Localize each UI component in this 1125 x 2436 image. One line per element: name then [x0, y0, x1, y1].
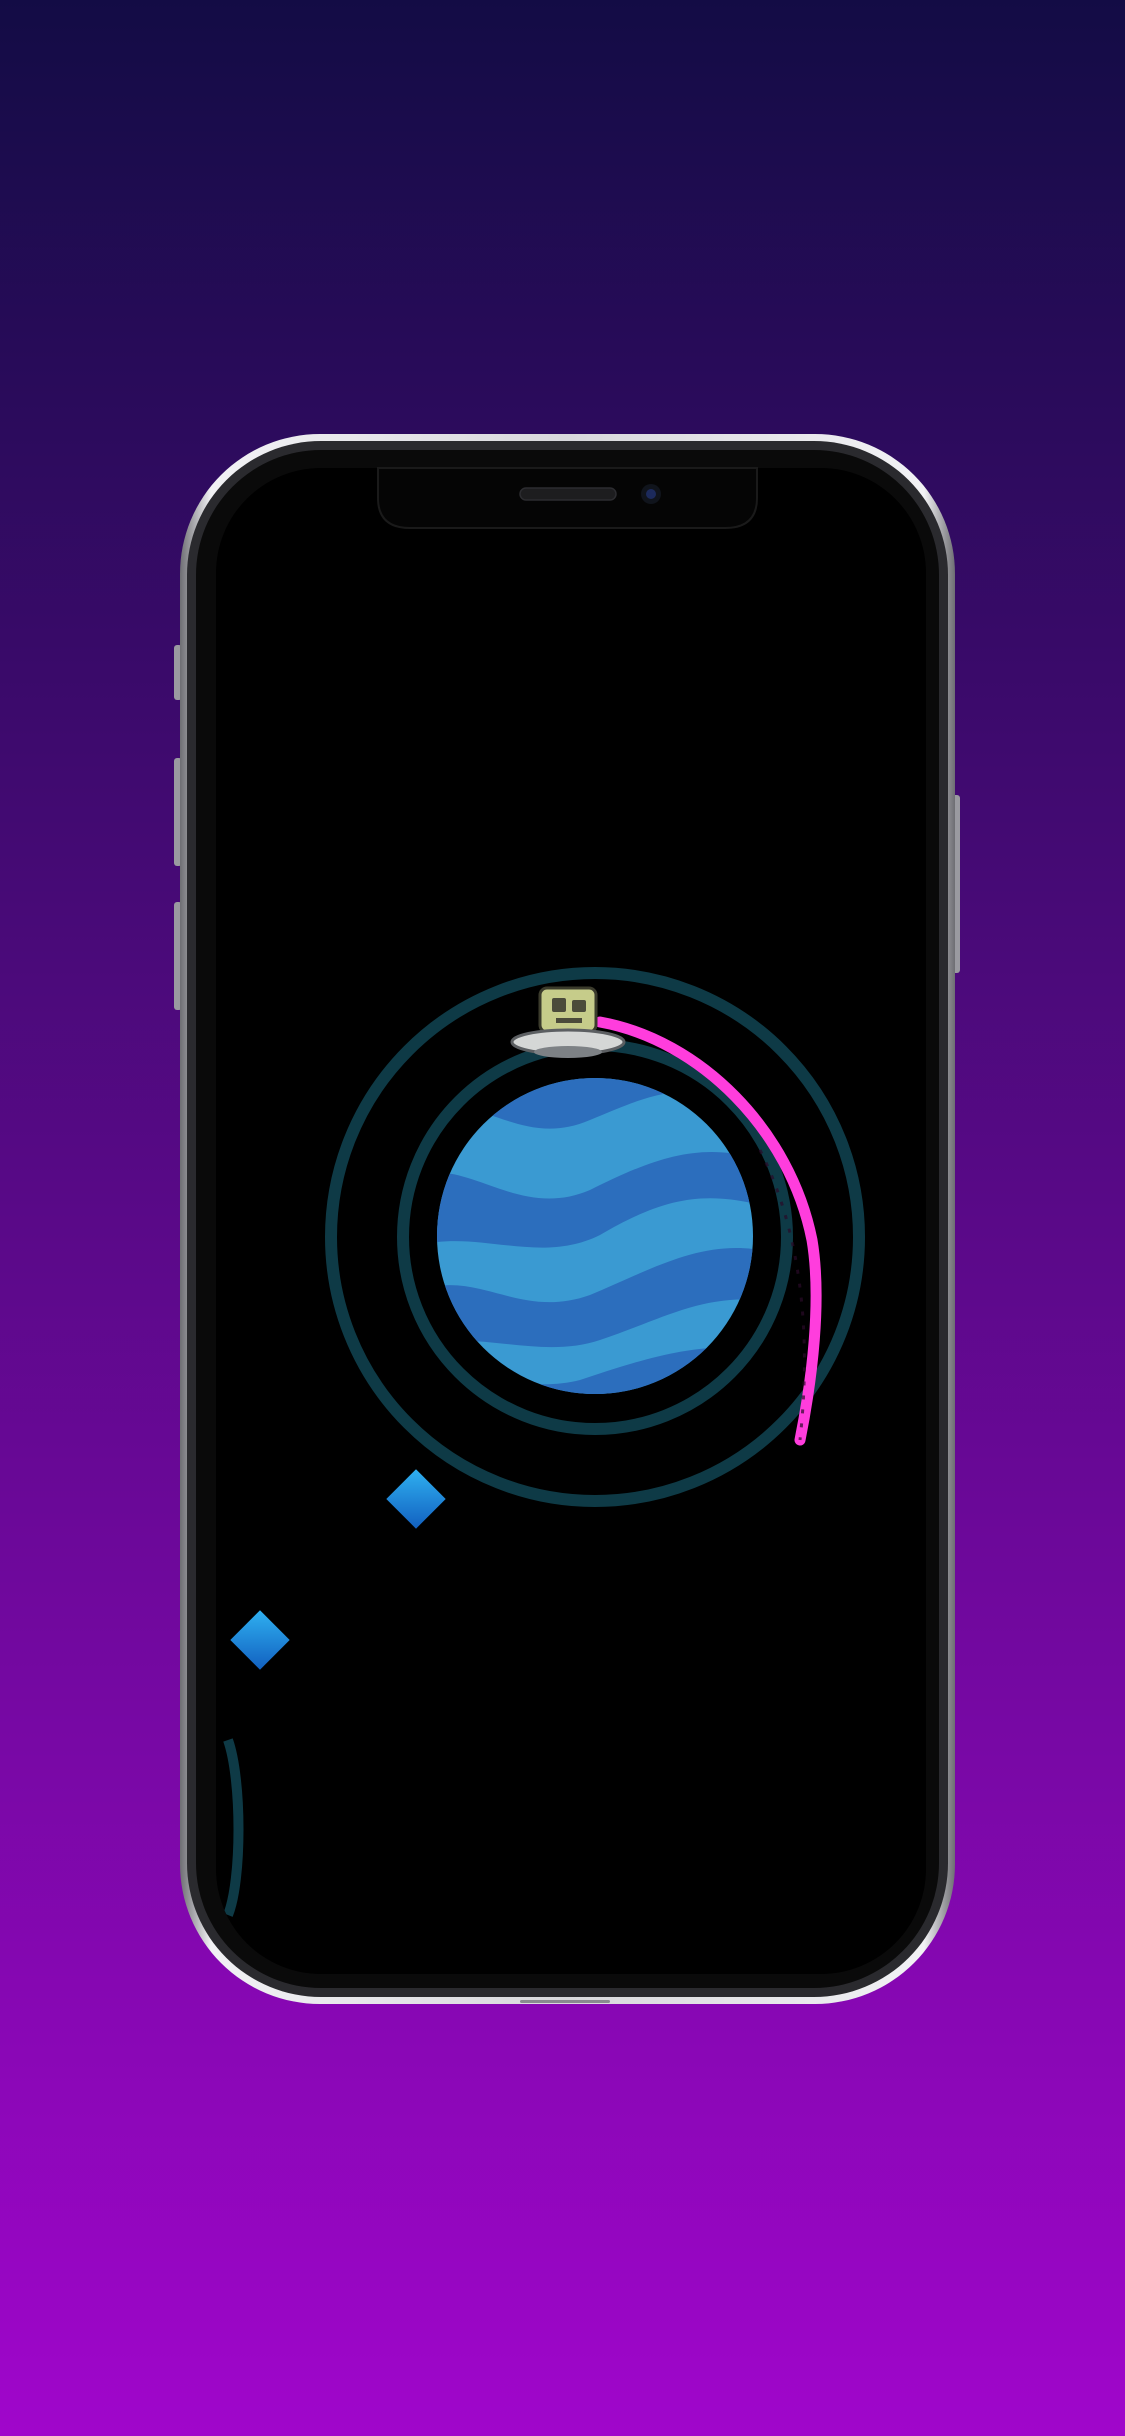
speaker-grille [519, 487, 617, 501]
ufo-dome [538, 986, 598, 1034]
bottom-frame-highlight [520, 2000, 610, 2003]
app-screenshot [0, 0, 1125, 2436]
